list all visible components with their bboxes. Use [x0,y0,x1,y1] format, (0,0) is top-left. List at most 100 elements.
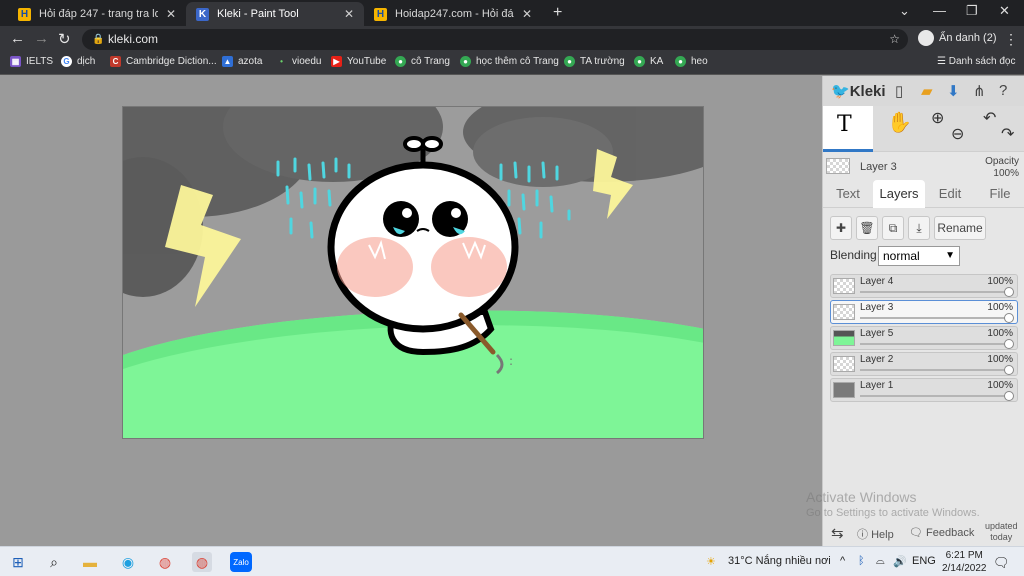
windows-start-icon[interactable]: ⊞ [8,552,28,572]
bookmark-item[interactable]: • vioedu [276,56,321,67]
bookmark-item[interactable]: ▦ IELTS [10,56,53,67]
zalo-icon[interactable]: Zalo [230,552,252,572]
bookmark-item[interactable]: ● học thêm cô Trang [460,56,559,67]
language-indicator[interactable]: ENG [912,555,936,567]
layer-name: Layer 2 [860,354,894,365]
opacity-value: 100% [993,168,1019,179]
zoom-out-icon[interactable]: ⊖ [951,124,964,144]
layer-opacity-slider[interactable] [860,317,1010,319]
minimize-icon[interactable]: — [933,3,946,18]
bookmark-item[interactable]: ● TA trường [564,56,625,67]
layer-opacity-slider[interactable] [860,343,1010,345]
reload-icon[interactable]: ↻ [58,30,71,48]
tab-kleki[interactable]: K Kleki - Paint Tool ✕ [186,2,364,26]
incognito-profile-button[interactable]: Ẩn danh (2) [918,30,996,46]
layer-opacity-slider[interactable] [860,395,1010,397]
new-image-icon[interactable]: ▯ [895,82,903,100]
merge-layer-button[interactable]: ⤓ [908,216,930,240]
layer-opacity-slider[interactable] [860,291,1010,293]
search-icon[interactable]: ⌕ [44,552,64,572]
layer-opacity-slider[interactable] [860,369,1010,371]
close-window-icon[interactable]: ✕ [999,3,1010,19]
zoom-in-icon[interactable]: ⊕ [931,108,944,128]
network-icon[interactable]: ⌓ [876,555,885,568]
layer-opacity-handle[interactable] [1004,391,1014,401]
tool-text[interactable]: T [823,106,873,152]
layer-item[interactable]: Layer 2 100% [830,352,1018,376]
download-icon[interactable]: ⬇ [947,82,960,100]
layer-opacity: 100% [987,302,1013,313]
tab-hoidap-2[interactable]: H Hoidap247.com - Hỏi đáp online ✕ [364,2,542,26]
menu-kebab-icon[interactable]: ⋮ [1004,31,1018,48]
address-bar[interactable]: 🔒 kleki.com ☆ [82,29,908,50]
bluetooth-icon[interactable]: ᛒ [858,555,865,567]
tab-text[interactable]: Text [823,180,873,208]
tab-edit[interactable]: Edit [925,180,975,208]
help-circle-icon[interactable]: ? [999,82,1007,99]
bookmark-item[interactable]: ▶ YouTube [331,56,386,67]
volume-icon[interactable]: 🔊 [893,555,907,568]
hand-tool-icon[interactable]: ✋ [887,110,912,135]
help-button[interactable]: ⓘ Help [857,526,894,542]
layer-item[interactable]: Layer 1 100% [830,378,1018,402]
open-folder-icon[interactable]: ▰ [921,82,933,100]
layer-opacity-handle[interactable] [1004,339,1014,349]
restore-icon[interactable]: ❐ [966,3,978,19]
show-hidden-icons[interactable]: ^ [840,555,845,567]
blending-select[interactable]: normal ▼ [878,246,960,266]
bookmark-item[interactable]: Gdịch [61,56,95,67]
classroom-icon: ● [634,56,645,67]
kleki-workspace[interactable]: : [0,76,822,546]
chrome-icon[interactable]: ◍ [155,552,175,572]
layer-opacity-handle[interactable] [1004,313,1014,323]
weather-text[interactable]: 31°C Nắng nhiều nơi [728,555,831,567]
layer-opacity-handle[interactable] [1004,365,1014,375]
layer-item[interactable]: Layer 4 100% [830,274,1018,298]
layer-item[interactable]: Layer 5 100% [830,326,1018,350]
close-tab-icon[interactable]: ✕ [522,7,532,21]
tab-file[interactable]: File [975,180,1024,208]
rename-layer-button[interactable]: Rename [934,216,986,240]
close-tab-icon[interactable]: ✕ [166,7,176,21]
kleki-logo-text: Kleki [849,83,886,100]
bookmark-item[interactable]: ▲ azota [222,56,262,67]
bookmark-label: học thêm cô Trang [476,56,559,67]
add-layer-button[interactable]: ✚ [830,216,852,240]
back-icon[interactable]: ← [10,30,25,47]
tab-hoidap-1[interactable]: H Hỏi đáp 247 - trang tra loi ✕ [8,2,186,26]
bookmark-label: cô Trang [411,56,450,67]
forward-icon[interactable]: → [34,30,49,47]
bookmark-item[interactable]: C Cambridge Diction... [110,56,217,67]
layer-opacity-handle[interactable] [1004,287,1014,297]
drawing-canvas[interactable]: : [122,106,704,439]
bookmark-star-icon[interactable]: ☆ [889,29,900,50]
tab-title: Hỏi đáp 247 - trang tra loi [39,8,158,20]
classroom-icon: ● [395,56,406,67]
close-tab-icon[interactable]: ✕ [344,7,354,21]
redo-icon[interactable]: ↷ [1001,124,1014,144]
undo-icon[interactable]: ↶ [983,108,996,128]
kleki-side-panel: 🐦Kleki ▯ ▰ ⬇ ⋔ ? T ✋ ⊕ ⊖ ↶ ↷ Layer 3 Opa… [822,76,1024,546]
bookmark-item[interactable]: ● heo [675,56,708,67]
swap-sides-icon[interactable]: ⇆ [831,524,844,542]
tab-layers[interactable]: Layers [873,180,925,208]
chrome-active-icon[interactable]: ◍ [192,552,212,572]
updated-badge[interactable]: updated today [985,521,1018,543]
share-icon[interactable]: ⋔ [973,82,986,100]
notification-icon[interactable]: 🗨 [993,555,1010,571]
bookmark-label: YouTube [347,56,387,67]
bookmark-item[interactable]: ● cô Trang [395,56,450,67]
delete-layer-button[interactable]: 🗑 [856,216,878,240]
feedback-button[interactable]: 🗨 Feedback [909,526,974,539]
kleki-logo[interactable]: 🐦Kleki [831,82,886,100]
new-tab-button[interactable]: + [553,4,562,22]
layer-item-selected[interactable]: Layer 3 100% [830,300,1018,324]
tab-search-icon[interactable]: ⌄ [899,3,910,19]
file-explorer-icon[interactable]: ▬ [80,552,100,572]
duplicate-layer-button[interactable]: ⧉ [882,216,904,240]
bookmark-item[interactable]: ● KA [634,56,663,67]
chevron-down-icon: ▼ [945,250,955,261]
reading-list-button[interactable]: ☰ Danh sách đọc [937,56,1015,67]
clock[interactable]: 6:21 PM 2/14/2022 [942,549,987,575]
edge-icon[interactable]: ◉ [118,552,138,572]
